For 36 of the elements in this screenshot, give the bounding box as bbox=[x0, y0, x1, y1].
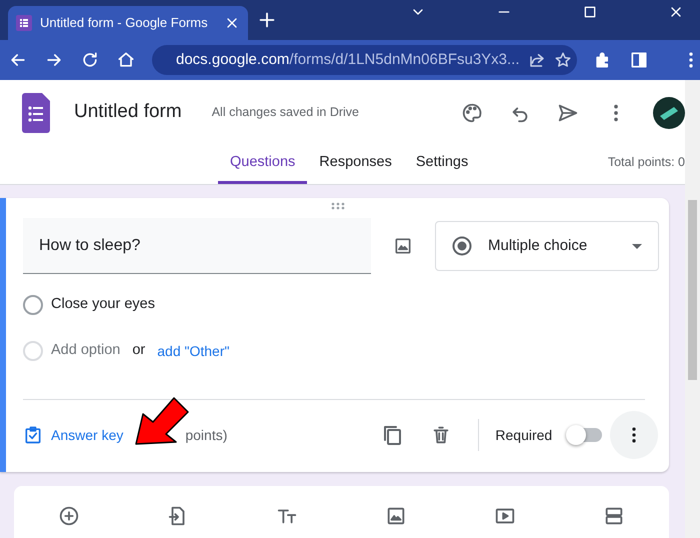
tab[interactable]: Responses bbox=[307, 144, 404, 184]
palette-icon[interactable] bbox=[461, 102, 483, 124]
section-icon[interactable] bbox=[603, 505, 626, 527]
required-toggle[interactable] bbox=[568, 428, 602, 442]
radio-icon bbox=[452, 236, 472, 256]
forms-icon bbox=[16, 15, 32, 31]
or-text: or bbox=[132, 341, 146, 360]
option-label[interactable]: Close your eyes bbox=[51, 294, 155, 316]
answer-key-button[interactable]: Answer key bbox=[23, 424, 124, 446]
radio-button[interactable] bbox=[23, 295, 43, 315]
required-label: Required bbox=[495, 426, 552, 445]
forms-logo[interactable] bbox=[22, 92, 50, 132]
maximize-icon[interactable] bbox=[582, 4, 598, 20]
avatar[interactable] bbox=[653, 96, 685, 128]
drag-handle-icon[interactable] bbox=[330, 202, 346, 210]
scrollbar[interactable] bbox=[685, 80, 700, 538]
circle-icon bbox=[23, 341, 43, 361]
image-icon[interactable] bbox=[393, 236, 413, 256]
add-other-link[interactable]: add "Other" bbox=[157, 340, 230, 362]
star-icon[interactable] bbox=[554, 51, 572, 69]
total-points: Total points: 0 bbox=[608, 154, 685, 172]
form-title[interactable]: Untitled form bbox=[74, 98, 182, 127]
add-circle-icon[interactable] bbox=[58, 505, 80, 527]
question-title-field[interactable]: How to sleep? bbox=[23, 218, 371, 274]
image-icon[interactable] bbox=[385, 505, 408, 527]
sidebar-icon[interactable] bbox=[629, 50, 649, 70]
question-type-dropdown[interactable]: Multiple choice bbox=[435, 221, 659, 271]
save-status: All changes saved in Drive bbox=[212, 104, 359, 122]
tab[interactable]: Questions bbox=[218, 144, 308, 184]
points-text: points) bbox=[185, 426, 228, 445]
send-icon[interactable] bbox=[557, 102, 579, 124]
clipboard-check-icon[interactable] bbox=[23, 425, 43, 445]
caret-icon bbox=[632, 244, 642, 248]
share-icon[interactable] bbox=[528, 51, 546, 69]
tab[interactable]: Settings bbox=[404, 144, 480, 184]
add-option-link[interactable]: Add option bbox=[51, 340, 120, 362]
